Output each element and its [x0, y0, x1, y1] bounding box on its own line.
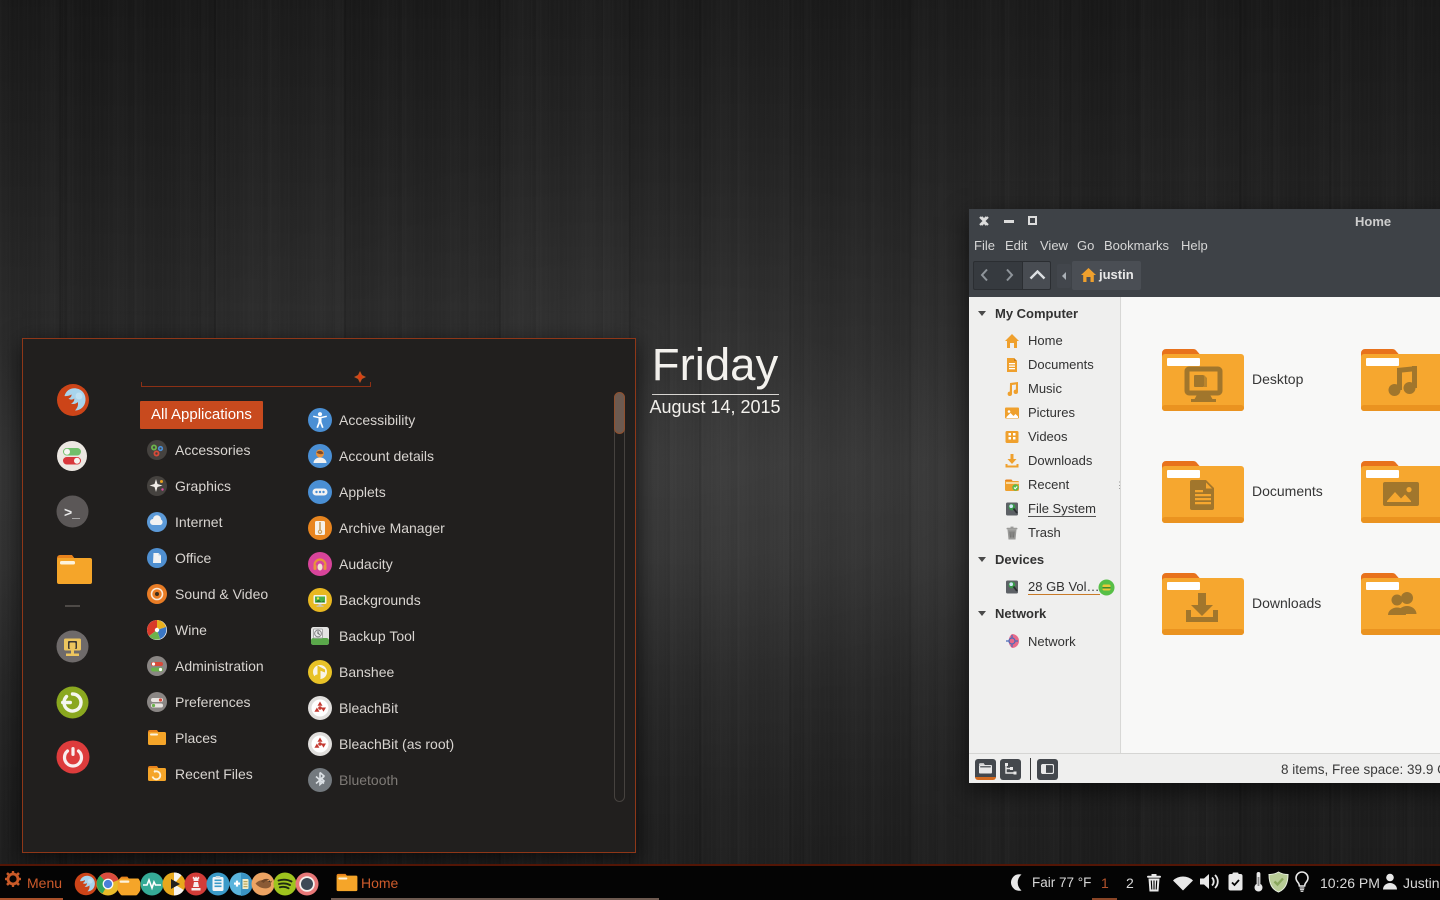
svg-text:>_: >_	[64, 504, 80, 520]
